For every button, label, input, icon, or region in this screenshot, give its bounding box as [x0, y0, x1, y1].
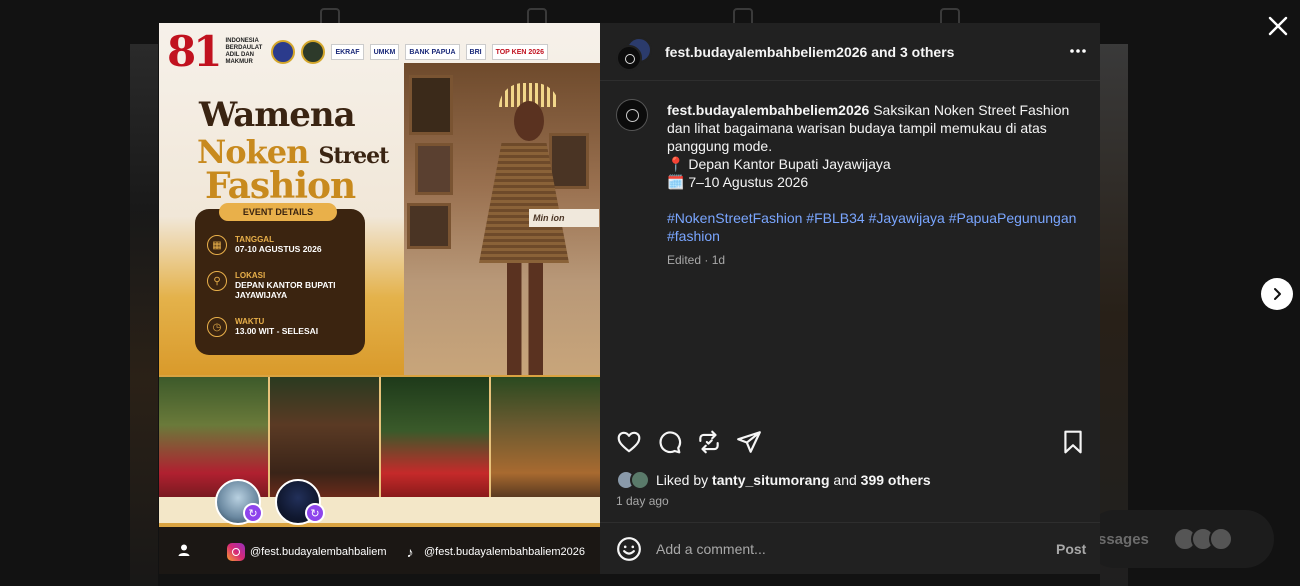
- partner-logo: EKRAF: [331, 44, 364, 60]
- more-options-icon[interactable]: [1068, 41, 1092, 61]
- save-bookmark-icon[interactable]: [1060, 429, 1086, 455]
- post-header: fest.budayalembahbeliem2026 and 3 others: [600, 23, 1100, 81]
- share-send-icon[interactable]: [736, 429, 762, 455]
- post-image[interactable]: 81 INDONESIA BERDAULAT ADIL DAN MAKMUR E…: [159, 23, 600, 574]
- regional-seal-icon: [301, 40, 326, 64]
- clock-icon: ◷: [207, 317, 227, 337]
- next-post-button[interactable]: [1261, 278, 1293, 310]
- partner-logo: BRI: [465, 44, 486, 60]
- post-details-panel: fest.budayalembahbeliem2026 and 3 others…: [600, 23, 1100, 574]
- likes-summary: Liked by tanty_situmorang and 399 others: [616, 470, 931, 490]
- wall-painting: [415, 143, 453, 195]
- messages-avatars: [1172, 527, 1233, 551]
- poster-title-fashion: Fashion: [205, 165, 356, 207]
- event-details-label: EVENT DETAILS: [219, 203, 337, 221]
- edited-timestamp: Edited · 1d: [667, 253, 726, 267]
- instagram-icon: [227, 543, 245, 561]
- post-actions: [616, 429, 1086, 455]
- post-modal: 81 INDONESIA BERDAULAT ADIL DAN MAKMUR E…: [159, 23, 1100, 574]
- tagged-user-icon[interactable]: [173, 539, 195, 561]
- liker-username-link[interactable]: tanty_situmorang: [712, 472, 829, 488]
- model-head: [514, 101, 544, 141]
- wall-painting: [409, 75, 453, 135]
- post-comment-button[interactable]: Post: [1056, 541, 1086, 557]
- location-pin-icon: ⚲: [207, 271, 227, 291]
- strip-photo: [269, 377, 379, 497]
- other-authors-link[interactable]: and 3 others: [867, 44, 954, 60]
- caption-body: fest.budayalembahbeliem2026 Saksikan Nok…: [667, 101, 1077, 269]
- author-username-link[interactable]: fest.budayalembahbeliem2026: [665, 44, 867, 60]
- event-time-row: ◷ WAKTU 13.00 WIT - SELESAI: [207, 317, 318, 337]
- comment-bubble-icon[interactable]: [656, 429, 682, 455]
- caption-dates: 🗓️ 7–10 Agustus 2026: [667, 174, 809, 190]
- post-authors: fest.budayalembahbeliem2026 and 3 others: [665, 44, 954, 60]
- event-date-row: ▦ TANGGAL 07-10 AGUSTUS 2026: [207, 235, 322, 255]
- caption-location: 📍 Depan Kantor Bupati Jayawijaya: [667, 156, 891, 172]
- chevron-right-icon: [1274, 288, 1281, 300]
- avatar[interactable]: [616, 99, 648, 131]
- author-avatars[interactable]: [616, 37, 652, 71]
- strip-photo: [159, 377, 268, 497]
- partner-logo: BANK PAPUA: [405, 44, 460, 60]
- photo-strip: [159, 377, 600, 497]
- likes-text: Liked by tanty_situmorang and 399 others: [656, 472, 931, 488]
- messages-label: ssages: [1098, 530, 1149, 548]
- partner-logo: UMKM: [369, 44, 400, 60]
- close-icon[interactable]: [1266, 14, 1290, 38]
- wall-painting: [549, 133, 589, 189]
- caption-hashtags[interactable]: #NokenStreetFashion #FBLB34 #Jayawijaya …: [667, 209, 1077, 245]
- comment-input[interactable]: [656, 536, 1036, 562]
- logo-81: 81: [167, 27, 222, 76]
- logo-81-text: INDONESIA BERDAULAT ADIL DAN MAKMUR: [225, 38, 263, 65]
- caption-username-link[interactable]: fest.budayalembahbeliem2026: [667, 102, 869, 118]
- poster-title-wamena: Wamena: [199, 95, 356, 135]
- repost-icon: ↻: [305, 503, 325, 523]
- poster-instagram-handle: @fest.budayalembahbaliem: [227, 543, 387, 561]
- background-post-left: [130, 44, 158, 586]
- emoji-icon[interactable]: [616, 536, 642, 562]
- background-banner: Min ion: [529, 209, 599, 227]
- poster-social-bar: @fest.budayalembahbaliem ♪ @fest.budayal…: [159, 527, 600, 574]
- calendar-icon: ▦: [207, 235, 227, 255]
- likes-count-link[interactable]: 399 others: [861, 472, 931, 488]
- messages-button[interactable]: ssages: [1086, 510, 1274, 568]
- strip-photo: [491, 377, 600, 497]
- like-heart-icon[interactable]: [616, 429, 642, 455]
- liker-avatars: [616, 470, 650, 490]
- comment-composer: Post: [600, 522, 1100, 574]
- model-legs: [507, 263, 543, 375]
- event-location-row: ⚲ LOKASI DEPAN KANTOR BUPATI JAYAWIJAYA: [207, 271, 335, 300]
- repost-icon: ↻: [243, 503, 263, 523]
- wall-painting: [407, 203, 451, 249]
- avatar: [616, 45, 642, 71]
- repost-icon[interactable]: [696, 429, 722, 455]
- government-seal-icon: [271, 40, 296, 64]
- tiktok-icon: ♪: [406, 544, 414, 560]
- event-details-box: EVENT DETAILS ▦ TANGGAL 07-10 AGUSTUS 202…: [195, 203, 365, 355]
- poster-tiktok-handle: ♪ @fest.budayalembahbaliem2026: [401, 543, 586, 561]
- post-timestamp: 1 day ago: [616, 494, 669, 508]
- partner-logo: TOP KEN 2026: [491, 44, 548, 60]
- background-post-right: [1100, 44, 1128, 586]
- strip-photo: [380, 377, 490, 497]
